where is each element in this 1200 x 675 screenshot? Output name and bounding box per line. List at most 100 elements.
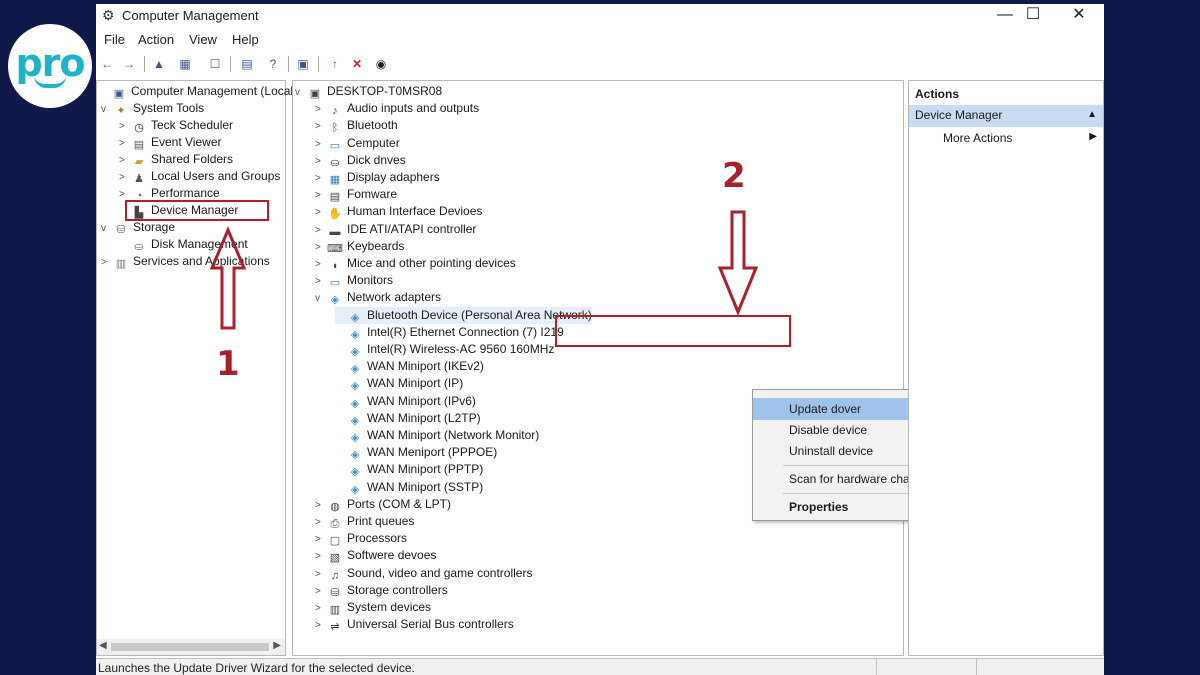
expander-icon[interactable]: > [315, 548, 327, 565]
help-icon[interactable]: ? [262, 54, 284, 74]
menu-help[interactable]: Help [232, 32, 259, 47]
expander-icon[interactable]: v [315, 290, 327, 307]
device-category[interactable]: > ▧ Softwere devoes [315, 547, 436, 564]
device-category[interactable]: > ▬ IDE ATI/ATAPI controller [315, 221, 476, 238]
expander-icon[interactable]: > [315, 222, 327, 239]
collapse-up-icon[interactable]: ▲ [1087, 109, 1097, 120]
expander-icon[interactable]: > [315, 531, 327, 548]
device-item[interactable]: ◈ Bluetooth Device (Personal Area Network… [335, 306, 592, 324]
expander-icon[interactable]: > [101, 254, 113, 271]
update-driver-icon[interactable]: ↑ [324, 54, 346, 74]
scrollbar-thumb[interactable] [111, 643, 269, 651]
tree-item-label: Storage [133, 220, 176, 234]
device-category[interactable]: > ✋ Human Interface Devioes [315, 203, 482, 220]
scan-icon[interactable]: ◉ [370, 54, 392, 74]
device-category[interactable]: > ◖ Mice and other pointing devices [315, 255, 516, 272]
expander-icon[interactable]: > [315, 566, 327, 583]
app-icon: ⚙ [102, 7, 115, 23]
scroll-right-icon[interactable]: ▶ [273, 640, 281, 651]
device-category[interactable]: > ▢ Processors [315, 530, 407, 547]
device-category[interactable]: > ▤ Fomware [315, 186, 397, 203]
maximize-button[interactable]: ☐ [1010, 4, 1056, 26]
device-item[interactable]: ◈ WAN Miniport (PPTP) [335, 461, 483, 478]
expander-icon[interactable]: > [315, 101, 327, 118]
horizontal-scrollbar[interactable]: ◀ ▶ [97, 639, 285, 655]
device-category[interactable]: > ⛀ Dick dnves [315, 152, 406, 169]
title-bar: ⚙ Computer Management — ☐ ✕ [96, 4, 1104, 28]
tree-item[interactable]: v ✦ System Tools [101, 100, 204, 117]
expander-icon[interactable]: v [101, 101, 113, 118]
expander-icon[interactable]: > [315, 256, 327, 273]
expander-icon[interactable]: > [315, 497, 327, 514]
device-category[interactable]: > ▭ Cemputer [315, 135, 400, 152]
device-category[interactable]: > ᛒ Bluetooth [315, 117, 398, 134]
console-icon[interactable]: ☐ [204, 54, 226, 74]
close-button[interactable]: ✕ [1056, 4, 1102, 26]
device-category[interactable]: > ▦ Display adaphers [315, 169, 440, 186]
device-item[interactable]: ◈ WAN Miniport (L2TP) [335, 410, 481, 427]
device-item[interactable]: ◈ WAN Meniport (PPPOE) [335, 444, 497, 461]
expander-icon[interactable]: v [295, 84, 307, 101]
expander-icon[interactable]: > [119, 152, 131, 169]
toolbar: ← → ▲ ▦ ☐ ▤ ? ▣ ↑ ✕ ◉ [96, 52, 1104, 76]
tree-item-label: Teck Scheduler [151, 118, 234, 132]
device-category[interactable]: > ⎙ Print queues [315, 513, 414, 530]
device-item[interactable]: ◈ Intel(R) Ethernet Connection (7) I219 [335, 324, 564, 341]
device-category[interactable]: > ▭ Monitors [315, 272, 393, 289]
device-category[interactable]: > ♫ Sound, video and game controllers [315, 565, 532, 582]
tree-item[interactable]: ▣ Computer Management (Local [99, 83, 293, 100]
expander-icon[interactable]: > [315, 170, 327, 187]
device-category[interactable]: > ⇌ Universal Serial Bus controllers [315, 616, 514, 633]
expander-icon[interactable]: > [119, 118, 131, 135]
menu-file[interactable]: File [104, 32, 125, 47]
device-item[interactable]: ◈ Intel(R) Wireless-AC 9560 160MHz [335, 341, 555, 358]
show-hide-tree-icon[interactable]: ▦ [174, 54, 196, 74]
tree-item[interactable]: v ⛁ Storage [101, 219, 175, 236]
expander-icon[interactable]: > [315, 136, 327, 153]
expander-icon[interactable]: > [315, 600, 327, 617]
device-category[interactable]: > ♪ Audio inputs and outputs [315, 100, 479, 117]
expander-icon[interactable]: > [315, 187, 327, 204]
expander-icon[interactable]: > [315, 204, 327, 221]
device-item[interactable]: ◈ WAN Miniport (IKEv2) [335, 358, 484, 375]
expander-icon[interactable]: > [119, 135, 131, 152]
tree-item[interactable]: > ♟ Local Users and Groups [119, 168, 280, 185]
device-item[interactable]: ◈ WAN Miniport (IP) [335, 375, 463, 392]
up-folder-icon[interactable]: ▲ [148, 54, 170, 74]
actions-device-manager-header[interactable]: Device Manager ▲ [909, 105, 1103, 127]
device-item[interactable]: ◈ WAN Miniport (Network Monitor) [335, 427, 539, 444]
tree-item[interactable]: > ▰ Shared Folders [119, 151, 233, 168]
menu-action[interactable]: Action [138, 32, 174, 47]
toolbar-separator [144, 56, 145, 72]
scroll-left-icon[interactable]: ◀ [99, 640, 107, 651]
menu-view[interactable]: View [189, 32, 217, 47]
tree-item[interactable]: > ◷ Teck Scheduler [119, 117, 233, 134]
device-label: Print queues [347, 514, 415, 528]
expander-icon[interactable]: > [119, 169, 131, 186]
expander-icon[interactable]: > [315, 514, 327, 531]
device-category[interactable]: > ▥ System devices [315, 599, 431, 616]
device-icon[interactable]: ▣ [292, 54, 314, 74]
device-category[interactable]: > ◍ Ports (COM & LPT) [315, 496, 451, 513]
expander-icon[interactable]: > [315, 583, 327, 600]
expander-icon[interactable]: > [315, 239, 327, 256]
device-root[interactable]: v ▣ DESKTOP-T0MSR08 [295, 83, 442, 100]
properties-icon[interactable]: ▤ [236, 54, 258, 74]
expander-icon[interactable]: > [315, 118, 327, 135]
more-actions-link[interactable]: More Actions [943, 131, 1012, 145]
back-icon[interactable]: ← [96, 54, 118, 74]
device-category[interactable]: > ⛁ Storage controllers [315, 582, 448, 599]
expander-icon[interactable]: > [315, 153, 327, 170]
network-icon: ◈ [350, 346, 360, 358]
expander-icon[interactable]: v [101, 220, 113, 237]
device-category[interactable]: > ⌨ Keybeards [315, 238, 404, 255]
network-icon: ◈ [350, 483, 360, 496]
device-category[interactable]: v ◈ Network adapters [315, 289, 441, 306]
uninstall-icon[interactable]: ✕ [346, 54, 368, 74]
expander-icon[interactable]: > [315, 273, 327, 290]
tree-item[interactable]: > ▤ Event Viewer [119, 134, 221, 151]
forward-icon[interactable]: → [118, 54, 140, 74]
device-item[interactable]: ◈ WAN Miniport (SSTP) [335, 479, 483, 496]
device-item[interactable]: ◈ WAN Miniport (IPv6) [335, 393, 476, 410]
expander-icon[interactable]: > [315, 617, 327, 634]
